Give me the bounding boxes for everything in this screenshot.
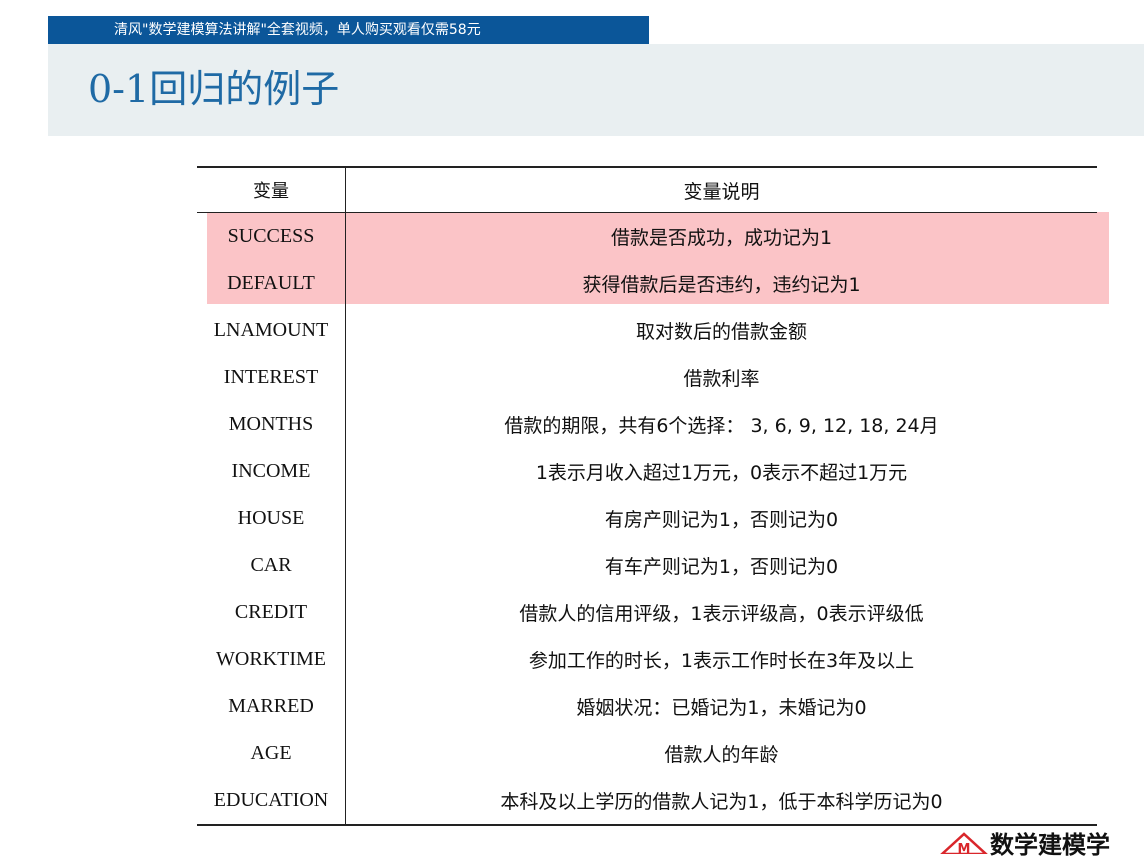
table-row: AGE 借款人的年龄: [197, 730, 1097, 777]
table-row: SUCCESS 借款是否成功，成功记为1: [197, 212, 1097, 260]
variable-name: MARRED: [197, 683, 346, 730]
variable-name: WORKTIME: [197, 636, 346, 683]
header-description: 变量说明: [345, 168, 1097, 213]
slide-title: 0-1回归的例子: [88, 67, 340, 111]
variable-description: 借款的期限，共有6个选择： 3, 6, 9, 12, 18, 24月: [504, 415, 939, 437]
variable-description: 有车产则记为1，否则记为0: [604, 556, 839, 578]
table-row: HOUSE 有房产则记为1，否则记为0: [197, 495, 1097, 542]
logo-text: 数学建模学: [990, 831, 1110, 859]
table-row: CAR 有车产则记为1，否则记为0: [197, 542, 1097, 589]
variable-name: MONTHS: [197, 401, 346, 448]
table-row: DEFAULT 获得借款后是否违约，违约记为1: [197, 260, 1097, 307]
header-variable: 变量: [197, 168, 346, 213]
variable-description: 1表示月收入超过1万元，0表示不超过1万元: [535, 462, 908, 484]
variable-description: 婚姻状况：已婚记为1，未婚记为0: [576, 697, 867, 719]
variable-description: 借款是否成功，成功记为1: [610, 227, 833, 249]
table-row: MARRED 婚姻状况：已婚记为1，未婚记为0: [197, 683, 1097, 730]
table-header-row: 变量 变量说明: [197, 168, 1097, 213]
table-row: WORKTIME 参加工作的时长，1表示工作时长在3年及以上: [197, 636, 1097, 683]
table-row: LNAMOUNT 取对数后的借款金额: [197, 307, 1097, 354]
slide-header: 0-1回归的例子: [48, 44, 1144, 136]
variable-description: 借款利率: [683, 368, 760, 390]
variable-name: SUCCESS: [197, 212, 346, 260]
variable-name: HOUSE: [197, 495, 346, 542]
variable-description: 借款人的年龄: [664, 744, 779, 766]
variable-description: 有房产则记为1，否则记为0: [604, 509, 839, 531]
variable-description: 取对数后的借款金额: [635, 321, 807, 343]
table-row: MONTHS 借款的期限，共有6个选择： 3, 6, 9, 12, 18, 24月: [197, 401, 1097, 448]
variable-name: INCOME: [197, 448, 346, 495]
variable-description: 本科及以上学历的借款人记为1，低于本科学历记为0: [500, 791, 943, 813]
variable-name: CAR: [197, 542, 346, 589]
variable-name: EDUCATION: [197, 777, 346, 824]
svg-text:M: M: [958, 842, 971, 854]
table-row: INTEREST 借款利率: [197, 354, 1097, 401]
table-row: INCOME 1表示月收入超过1万元，0表示不超过1万元: [197, 448, 1097, 495]
variable-description: 参加工作的时长，1表示工作时长在3年及以上: [528, 650, 915, 672]
variables-table-container: 变量 变量说明 SUCCESS 借款是否成功，成功记为1 DEFAULT 获得借款后…: [197, 166, 1097, 826]
variable-description: 获得借款后是否违约，违约记为1: [582, 274, 861, 296]
table-row: CREDIT 借款人的信用评级，1表示评级高，0表示评级低: [197, 589, 1097, 636]
promo-banner-text: 清风"数学建模算法讲解"全套视频，单人购买观看仅需58元: [114, 22, 481, 38]
variable-name: AGE: [197, 730, 346, 777]
variable-name: INTEREST: [197, 354, 346, 401]
promo-banner: 清风"数学建模算法讲解"全套视频，单人购买观看仅需58元: [48, 16, 649, 44]
variables-table: 变量 变量说明 SUCCESS 借款是否成功，成功记为1 DEFAULT 获得借款后…: [197, 168, 1097, 824]
variable-name: DEFAULT: [197, 260, 346, 307]
brand-logo: M 数学建模学: [938, 831, 1110, 859]
variable-description: 借款人的信用评级，1表示评级高，0表示评级低: [519, 603, 924, 625]
variable-name: CREDIT: [197, 589, 346, 636]
table-row: EDUCATION 本科及以上学历的借款人记为1，低于本科学历记为0: [197, 777, 1097, 824]
variable-name: LNAMOUNT: [197, 307, 346, 354]
logo-m-icon: M: [938, 832, 990, 857]
